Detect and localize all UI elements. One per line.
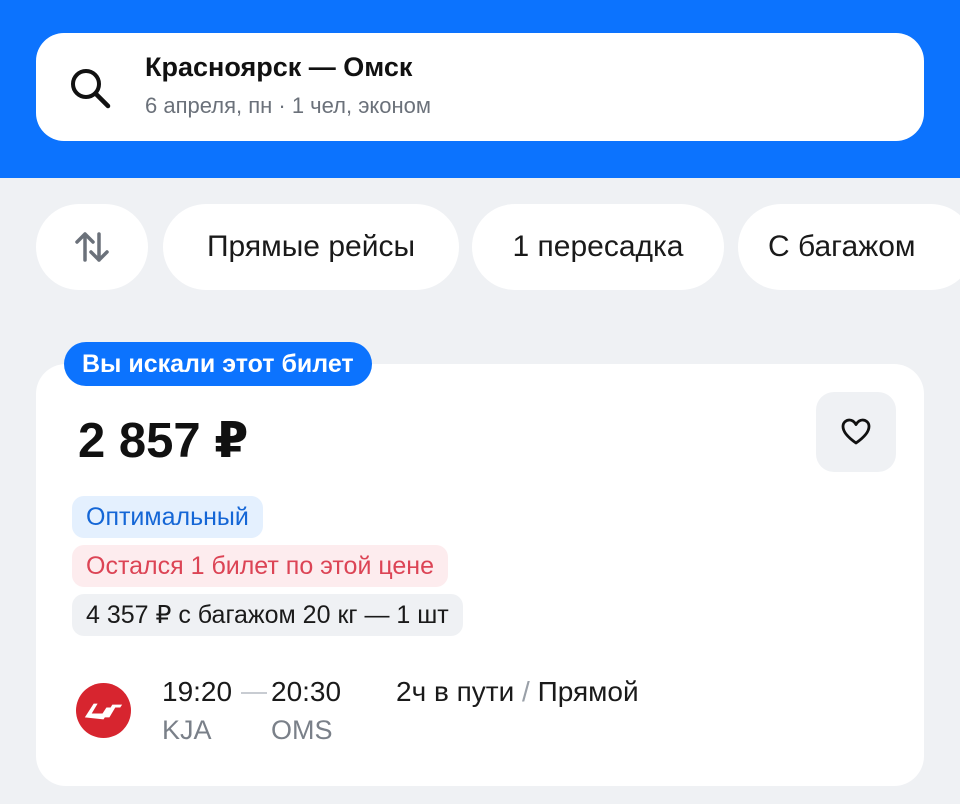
departure-airport-code: KJA bbox=[162, 715, 212, 745]
departure-time: 19:20 bbox=[162, 676, 233, 707]
ticket-price: 2 857 ₽ bbox=[78, 414, 249, 468]
search-details[interactable]: 6 апреля, пн · 1 чел, эконом bbox=[145, 93, 431, 119]
searched-ticket-tag: Вы искали этот билет bbox=[64, 342, 372, 386]
flight-duration: 2ч в пути / Прямой bbox=[396, 676, 639, 708]
filter-chip-direct[interactable]: Прямые рейсы bbox=[163, 204, 459, 290]
time-divider bbox=[241, 692, 267, 694]
baggage-price-badge: 4 357 ₽ с багажом 20 кг — 1 шт bbox=[72, 594, 463, 636]
optimal-badge: Оптимальный bbox=[72, 496, 263, 538]
arrival-time: 20:30 bbox=[271, 676, 342, 707]
heart-icon bbox=[841, 418, 871, 445]
filter-chip-baggage[interactable]: С багажом bbox=[738, 204, 960, 290]
nordwind-logo-icon bbox=[76, 683, 131, 738]
last-ticket-badge: Остался 1 билет по этой цене bbox=[72, 545, 449, 587]
sort-button[interactable] bbox=[36, 204, 148, 290]
arrival-airport-code: OMS bbox=[271, 715, 333, 745]
search-summary[interactable] bbox=[36, 33, 924, 141]
sort-arrows-icon bbox=[75, 232, 109, 262]
search-icon[interactable] bbox=[68, 66, 112, 110]
duration-separator: / bbox=[522, 676, 530, 707]
filter-chip-one-stop[interactable]: 1 пересадка bbox=[472, 204, 724, 290]
duration-text: 2ч в пути bbox=[396, 676, 515, 707]
stops-text: Прямой bbox=[537, 676, 639, 707]
favorite-button[interactable] bbox=[816, 392, 896, 472]
route-title[interactable]: Красноярск — Омск bbox=[145, 52, 412, 83]
